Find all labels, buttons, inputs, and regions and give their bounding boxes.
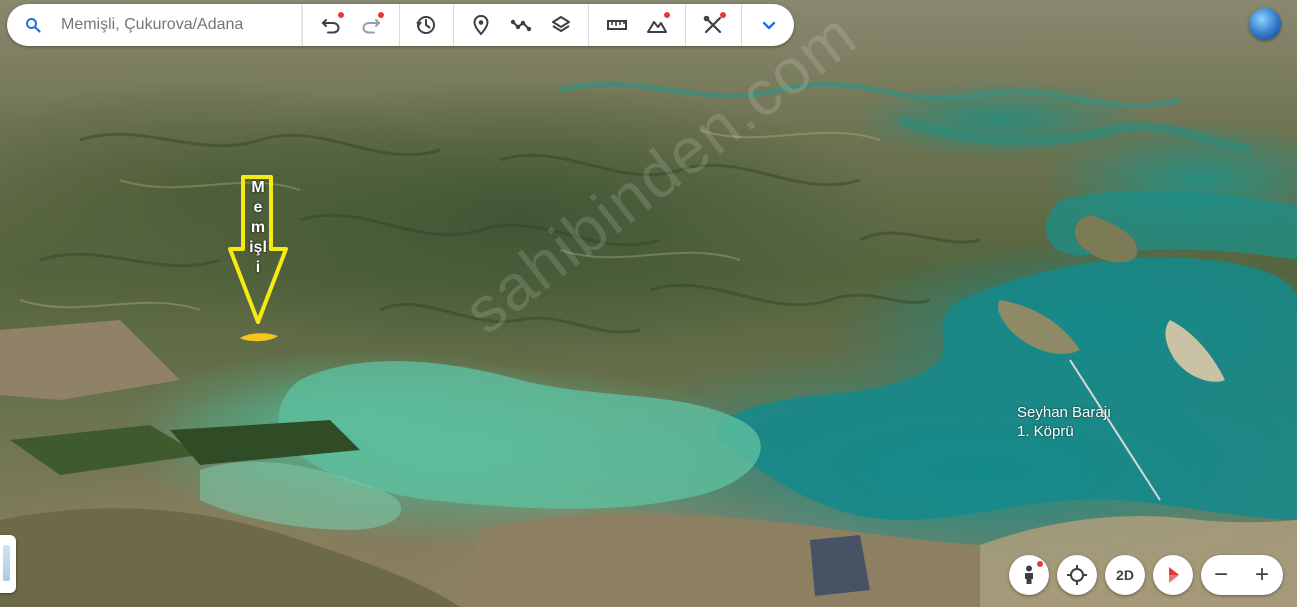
seyhan-label-line-1: Seyhan Barajı xyxy=(1017,404,1112,421)
search-input[interactable] xyxy=(61,16,291,34)
placemark-icon xyxy=(473,14,489,36)
street-view-button[interactable] xyxy=(1009,555,1049,595)
street-view-badge xyxy=(1037,561,1043,567)
pegman-icon xyxy=(1025,565,1033,584)
memisli-label: Memişli xyxy=(249,179,267,276)
toolbar-divider xyxy=(741,4,742,46)
zoom-control: − + xyxy=(1201,555,1283,595)
view-2d-button[interactable]: 2D xyxy=(1105,555,1145,595)
zoom-out-button[interactable]: − xyxy=(1201,555,1241,595)
elevation-badge xyxy=(664,12,670,18)
crosshair-icon xyxy=(1067,565,1087,585)
seyhan-label-line-2: 1. Köprü xyxy=(1017,423,1074,440)
location-highlight xyxy=(240,333,278,342)
undo-badge xyxy=(338,12,344,18)
placemark-button[interactable] xyxy=(465,9,497,41)
terrain-overlay xyxy=(0,81,1297,607)
globe-icon[interactable] xyxy=(1249,8,1281,40)
tools-badge xyxy=(720,12,726,18)
toolbar xyxy=(303,4,794,46)
chevron-down-icon xyxy=(762,21,776,30)
path-button[interactable] xyxy=(505,9,537,41)
search-icon[interactable] xyxy=(25,17,41,33)
toolbar-divider xyxy=(399,4,400,46)
search-bar[interactable] xyxy=(7,4,303,46)
more-options-button[interactable] xyxy=(753,9,785,41)
toolbar-divider xyxy=(588,4,589,46)
compass-button[interactable] xyxy=(1153,555,1193,595)
history-icon xyxy=(416,16,435,34)
side-panel-toggle[interactable] xyxy=(0,535,16,593)
toolbar-divider xyxy=(685,4,686,46)
measure-button[interactable] xyxy=(601,9,633,41)
my-location-button[interactable] xyxy=(1057,555,1097,595)
satellite-map-view[interactable]: sahibinden.com Memişli Seyhan Barajı 1. … xyxy=(0,0,1297,607)
toolbar-divider xyxy=(453,4,454,46)
elevation-button[interactable] xyxy=(641,9,673,41)
history-button[interactable] xyxy=(410,9,442,41)
mini-map-icon xyxy=(3,545,10,581)
seyhan-label: Seyhan Barajı 1. Köprü xyxy=(1017,403,1111,441)
layers-button[interactable] xyxy=(545,9,577,41)
zoom-in-button[interactable]: + xyxy=(1242,555,1282,595)
layers-icon xyxy=(552,16,570,32)
path-icon xyxy=(510,19,532,32)
undo-button[interactable] xyxy=(315,9,347,41)
compass-icon xyxy=(1169,567,1179,583)
measure-icon xyxy=(607,20,627,30)
redo-badge xyxy=(378,12,384,18)
redo-button[interactable] xyxy=(355,9,387,41)
tools-button[interactable] xyxy=(697,9,729,41)
